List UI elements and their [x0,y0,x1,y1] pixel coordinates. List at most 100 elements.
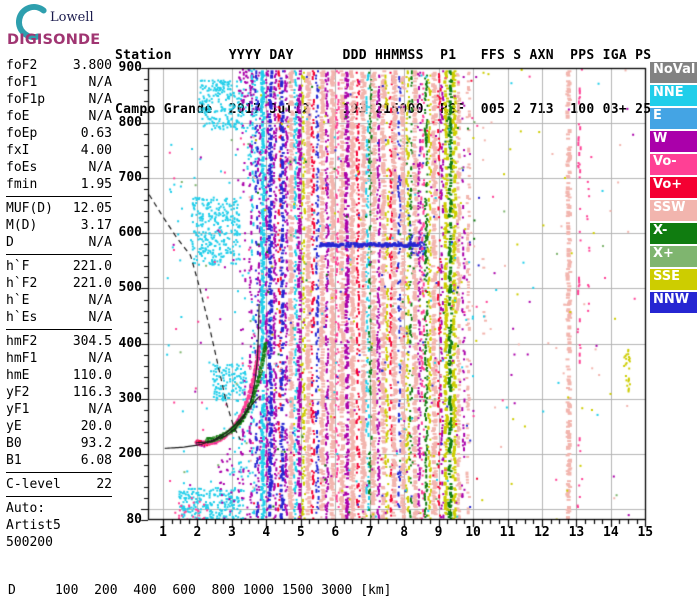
param-row: h`E N/A [6,292,112,309]
param-row: Auto: [6,500,112,517]
param-row: foF1 N/A [6,74,112,91]
param-label: h`F2 [6,276,38,291]
y-tick-label: 300 [118,390,142,406]
param-divider [6,329,112,330]
param-label: Artist5 [6,518,61,533]
param-label: hmF2 [6,334,38,349]
param-row: foEs N/A [6,159,112,176]
param-label: h`Es [6,310,38,325]
legend-label: Vo+ [653,177,683,192]
param-label: B1 [6,453,22,468]
param-label: B0 [6,436,22,451]
param-label: yE [6,419,22,434]
legend-item: Vo- [650,154,697,175]
param-value: 221.0 [72,259,112,274]
param-value: 3.17 [80,218,112,233]
param-row: h`F2 221.0 [6,275,112,292]
param-label: foE [6,109,30,124]
param-value: N/A [88,75,112,90]
ionogram-plot-canvas [130,60,660,532]
param-row: hmF2 304.5 [6,333,112,350]
x-tick-label: 2 [193,525,202,540]
param-value: N/A [88,235,112,250]
footer-block: D 100 200 400 600 800 1000 1500 3000 [km… [8,556,680,600]
y-tick-label: 900 [118,59,142,75]
y-tick-label: 600 [118,225,142,241]
param-value: 93.2 [80,436,112,451]
param-divider [6,196,112,197]
param-value: N/A [88,310,112,325]
param-label: h`F [6,259,30,274]
param-value: 3.800 [72,58,112,73]
legend-item: W [650,131,697,152]
param-value: 12.05 [72,201,112,216]
legend-item: NNW [650,292,697,313]
param-row: foE N/A [6,108,112,125]
legend-label: NNE [653,85,684,100]
y-tick-label: 80 [126,512,142,527]
param-row: foEp 0.63 [6,125,112,142]
param-row: hmE 110.0 [6,367,112,384]
legend-label: X+ [653,246,674,261]
param-value: 22 [96,477,112,492]
x-tick-label: 15 [637,525,654,540]
logo-lowell: Lowell [50,10,94,25]
logo-digisonde: DIGISONDE [7,32,100,48]
legend-label: SSW [653,200,686,215]
param-label: h`E [6,293,30,308]
param-label: foF1p [6,92,46,107]
param-label: 500200 [6,535,53,550]
legend-item: NoVal [650,62,697,83]
param-row: yF2 116.3 [6,384,112,401]
x-tick-label: 6 [331,525,340,540]
param-row: B0 93.2 [6,435,112,452]
lowell-digisonde-logo: Lowell DIGISONDE [7,4,100,48]
direction-legend: NoVal NNE E W Vo- Vo+ SSW X- X+ SSE NNW [650,62,697,315]
param-label: hmF1 [6,351,38,366]
param-value: 4.00 [80,143,112,158]
x-tick-label: 4 [262,525,271,540]
x-tick-label: 3 [227,525,236,540]
param-value: N/A [88,160,112,175]
x-tick-label: 7 [365,525,374,540]
param-value: 110.0 [72,368,112,383]
distance-row: D 100 200 400 600 800 1000 1500 3000 [km… [8,583,392,598]
param-value: N/A [88,351,112,366]
param-value: 6.08 [80,453,112,468]
param-label: M(D) [6,218,38,233]
legend-item: SSE [650,269,697,290]
param-row: C-level 22 [6,476,112,493]
legend-label: X- [653,223,668,238]
legend-label: W [653,131,668,146]
param-divider [6,254,112,255]
param-value: 20.0 [80,419,112,434]
param-row: h`F 221.0 [6,258,112,275]
param-value: 1.95 [80,177,112,192]
param-row: fmin 1.95 [6,176,112,193]
param-row: fxI 4.00 [6,142,112,159]
param-row: h`Es N/A [6,309,112,326]
legend-item: SSW [650,200,697,221]
param-label: yF2 [6,385,30,400]
param-label: Auto: [6,501,46,516]
param-row: hmF1 N/A [6,350,112,367]
param-value: 304.5 [72,334,112,349]
parameter-panel: foF2 3.800 foF1 N/A foF1p N/A foE N/A foEp 0.63 fx… [6,57,112,551]
param-row: foF1p N/A [6,91,112,108]
y-tick-label: 400 [118,335,142,351]
param-row: yE 20.0 [6,418,112,435]
param-row: foF2 3.800 [6,57,112,74]
param-row: B1 6.08 [6,452,112,469]
y-tick-label: 200 [118,445,142,461]
param-label: C-level [6,477,61,492]
param-label: foEs [6,160,38,175]
param-value: 116.3 [72,385,112,400]
y-tick-label: 800 [118,115,142,131]
param-label: MUF(D) [6,201,53,216]
param-row: MUF(D) 12.05 [6,200,112,217]
legend-item: NNE [650,85,697,106]
x-tick-label: 9 [434,525,443,540]
x-tick-label: 5 [296,525,305,540]
param-value: N/A [88,92,112,107]
param-label: foEp [6,126,38,141]
